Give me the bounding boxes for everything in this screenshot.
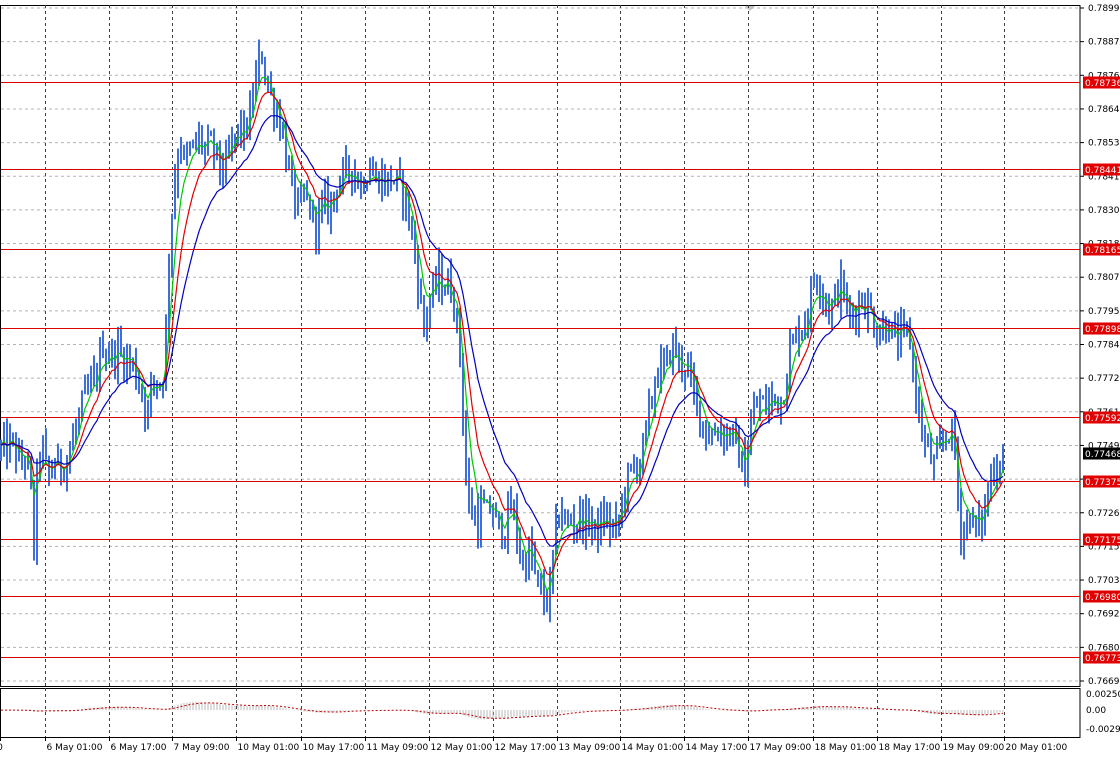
price-tick-label: 0.78645 [1088,105,1120,115]
time-tick-label: 6 May 01:00 [47,743,103,753]
oscillator-tick-label: 0.00 [1086,706,1106,716]
level-price-tag: 0.77898 [1083,322,1120,335]
price-tick-label: 0.77265 [1088,509,1120,519]
price-chart[interactable]: 0.789900.788750.787600.786450.785300.784… [0,0,1120,758]
level-price-tag: 0.76773 [1083,651,1120,664]
price-tick-label: 0.76920 [1088,610,1120,620]
price-tick-label: 0.77725 [1088,374,1120,384]
level-tag-label: 0.78736 [1085,79,1120,89]
oscillator-frame [0,688,1081,738]
price-tick-label: 0.77955 [1088,307,1120,317]
time-tick-label: 13 May 09:00 [559,743,621,753]
level-price-tag: 0.77375 [1083,475,1120,488]
time-tick-label: 7 May 09:00 [174,743,230,753]
level-tag-label: 0.77175 [1085,536,1120,546]
time-tick-label: 17 May 09:00 [750,743,812,753]
level-tag-label: 0.78165 [1085,246,1120,256]
level-price-tag: 0.77175 [1083,533,1120,546]
price-bars [0,39,1004,623]
level-tag-label: 0.77592 [1085,414,1120,424]
price-tick-label: 0.78530 [1088,139,1120,149]
time-tick-label: 19 May 09:00 [943,743,1005,753]
time-tick-label: 11 May 09:00 [367,743,429,753]
price-tick-label: 0.78070 [1088,273,1120,283]
price-tick-label: 0.77840 [1088,341,1120,351]
price-tick-label: 0.78990 [1088,4,1120,14]
level-tag-label: 0.78441 [1085,166,1120,176]
time-tick-label: 18 May 17:00 [879,743,941,753]
time-tick-label: 0 [0,743,3,753]
time-tick-label: 20 May 01:00 [1006,743,1068,753]
chart-window[interactable]: 0.789900.788750.787600.786450.785300.784… [0,0,1120,758]
current-price-tag: 0.77468 [1083,447,1120,460]
time-tick-label: 12 May 01:00 [431,743,493,753]
time-grid: 0 6 May 01:00 6 May 17:00 7 May 09:00 10 May… [0,5,1067,753]
price-tick-label: 0.78300 [1088,206,1120,216]
time-tick-label: 14 May 17:00 [686,743,748,753]
level-price-tag: 0.78441 [1083,163,1120,176]
time-tick-label: 10 May 01:00 [238,743,300,753]
level-tag-label: 0.76980 [1085,593,1120,603]
current-price-label: 0.77468 [1085,450,1120,460]
level-tag-label: 0.76773 [1085,654,1120,664]
level-price-tag: 0.76980 [1083,590,1120,603]
level-tag-label: 0.77898 [1085,325,1120,335]
price-grid: 0.789900.788750.787600.786450.785300.784… [1,4,1120,687]
level-price-tag: 0.78165 [1083,243,1120,256]
price-tick-label: 0.76690 [1088,677,1120,687]
moving-average-line [0,91,1004,576]
level-price-tag: 0.78736 [1083,76,1120,89]
time-tick-label: 6 May 17:00 [111,743,167,753]
time-tick-label: 12 May 17:00 [495,743,557,753]
level-price-tag: 0.77592 [1083,411,1120,424]
time-tick-label: 10 May 17:00 [303,743,365,753]
price-tick-label: 0.77035 [1088,576,1120,586]
oscillator: 0.00250 0.00 -0.00292 [1,690,1120,735]
level-tag-label: 0.77375 [1085,478,1120,488]
time-tick-label: 18 May 01:00 [815,743,877,753]
oscillator-tick-label: 0.00250 [1086,690,1120,700]
price-tick-label: 0.78875 [1088,38,1120,48]
time-tick-label: 14 May 01:00 [622,743,684,753]
oscillator-tick-label: -0.00292 [1086,725,1120,735]
